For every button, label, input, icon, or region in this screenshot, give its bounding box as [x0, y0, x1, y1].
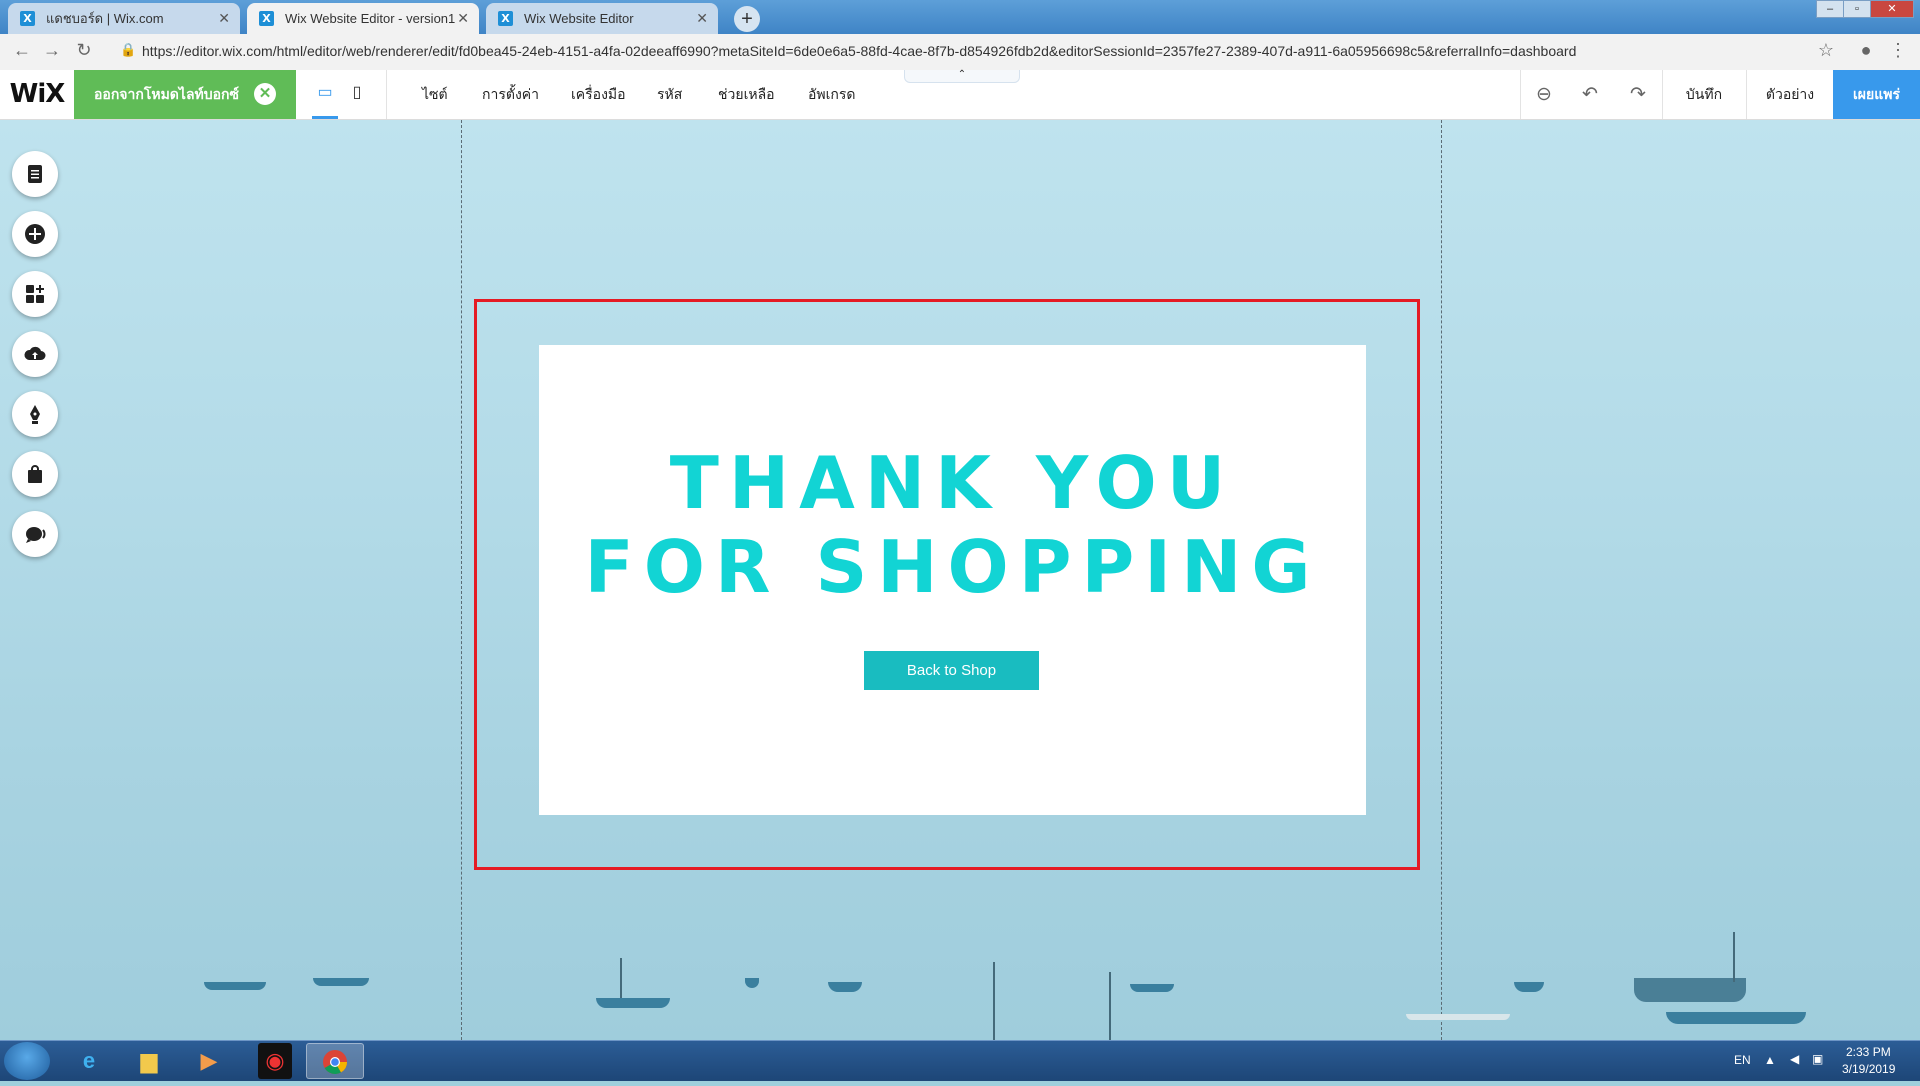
- divider: [1520, 70, 1521, 119]
- wix-favicon-icon: [498, 11, 513, 26]
- redo-icon[interactable]: ↷: [1616, 70, 1660, 119]
- design-button[interactable]: [12, 391, 58, 437]
- boat: [313, 978, 369, 986]
- wix-favicon-icon: [259, 11, 274, 26]
- tab-title: Wix Website Editor: [524, 11, 634, 26]
- app-icon[interactable]: ◉: [258, 1043, 292, 1079]
- boat-mast: [993, 962, 995, 1040]
- boat: [1514, 982, 1544, 992]
- file-explorer-icon[interactable]: ▆: [124, 1043, 174, 1079]
- minimize-window-button[interactable]: –: [1816, 0, 1844, 18]
- address-bar: ← → ↻ 🔒 https://editor.wix.com/html/edit…: [0, 34, 1920, 71]
- desktop-view-icon[interactable]: ▭: [312, 70, 338, 119]
- mobile-view-icon[interactable]: ▯: [344, 70, 370, 119]
- boat: [204, 982, 266, 990]
- tab-close-icon[interactable]: ✕: [218, 3, 230, 34]
- back-to-shop-button[interactable]: Back to Shop: [864, 651, 1039, 690]
- exit-lightbox-mode-banner[interactable]: ออกจากโหมดไลท์บอกซ์ ✕: [74, 70, 296, 119]
- boat: [1666, 1012, 1806, 1024]
- add-apps-button[interactable]: [12, 271, 58, 317]
- menu-tools[interactable]: เครื่องมือ: [571, 70, 626, 119]
- reload-icon[interactable]: ↻: [72, 40, 96, 61]
- boat: [1406, 1014, 1510, 1020]
- browser-tab-editor-version1[interactable]: Wix Website Editor - version1 ✕: [247, 3, 479, 34]
- tab-title: แดชบอร์ด | Wix.com: [46, 11, 164, 26]
- browser-menu-icon[interactable]: ⋮: [1886, 40, 1910, 61]
- tab-close-icon[interactable]: ✕: [696, 3, 708, 34]
- editor-top-bar: WiX ออกจากโหมดไลท์บอกซ์ ✕ ▭ ▯ ไซต์ การตั…: [0, 70, 1920, 120]
- boat-mast: [620, 958, 622, 998]
- boat: [745, 978, 759, 988]
- volume-icon[interactable]: ◀: [1790, 1052, 1799, 1066]
- menu-help[interactable]: ช่วยเหลือ: [718, 70, 775, 119]
- save-button[interactable]: บันทึก: [1664, 70, 1744, 119]
- collapse-toolbar-handle[interactable]: ⌃: [904, 70, 1020, 83]
- pen-icon: [30, 405, 40, 424]
- headline-line-2[interactable]: FOR SHOPPING: [539, 525, 1366, 609]
- forward-arrow-icon[interactable]: →: [40, 40, 64, 61]
- menu-site[interactable]: ไซต์: [422, 70, 448, 119]
- menu-upgrade[interactable]: อัพเกรด: [808, 70, 856, 119]
- internet-explorer-icon[interactable]: e: [64, 1043, 114, 1079]
- preview-button[interactable]: ตัวอย่าง: [1748, 70, 1832, 119]
- windows-taskbar: e ▆ ▶ ◉ EN ▲ ◀ ▣ 2:33 PM 3/19/2019: [0, 1040, 1920, 1081]
- tab-title: Wix Website Editor - version1: [285, 11, 456, 26]
- tab-close-icon[interactable]: ✕: [457, 3, 469, 34]
- headline-line-1[interactable]: THANK YOU: [539, 441, 1366, 525]
- store-bag-icon: [28, 465, 42, 483]
- new-tab-button[interactable]: +: [734, 6, 760, 32]
- store-button[interactable]: [12, 451, 58, 497]
- clock-date[interactable]: 3/19/2019: [1842, 1062, 1895, 1076]
- profile-icon[interactable]: ●: [1854, 40, 1878, 61]
- upload-icon: [24, 346, 46, 360]
- left-gridline: [461, 120, 462, 1040]
- clock-time[interactable]: 2:33 PM: [1846, 1045, 1891, 1059]
- start-button[interactable]: [4, 1042, 50, 1080]
- wix-favicon-icon: [20, 11, 35, 26]
- boat-mast: [1733, 932, 1735, 982]
- browser-tab-dashboard[interactable]: แดชบอร์ด | Wix.com ✕: [8, 3, 240, 34]
- menu-settings[interactable]: การตั้งค่า: [482, 70, 539, 119]
- close-window-button[interactable]: ✕: [1870, 0, 1914, 18]
- editor-canvas[interactable]: THANK YOU FOR SHOPPING Back to Shop: [0, 120, 1920, 1040]
- close-icon[interactable]: ✕: [254, 83, 276, 105]
- chrome-logo-icon: [323, 1050, 347, 1075]
- add-icon: [25, 224, 45, 244]
- right-gridline: [1441, 120, 1442, 1040]
- show-hidden-icons-icon[interactable]: ▲: [1764, 1053, 1776, 1067]
- lightbox-card[interactable]: THANK YOU FOR SHOPPING Back to Shop: [539, 345, 1366, 815]
- add-elements-button[interactable]: [12, 211, 58, 257]
- menu-code[interactable]: รหัส: [657, 70, 682, 119]
- bookmark-star-icon[interactable]: ☆: [1814, 40, 1838, 61]
- chrome-icon[interactable]: [306, 1043, 364, 1079]
- pages-button[interactable]: [12, 151, 58, 197]
- back-arrow-icon[interactable]: ←: [10, 40, 34, 61]
- media-player-icon[interactable]: ▶: [184, 1043, 234, 1079]
- media-upload-button[interactable]: [12, 331, 58, 377]
- boat: [596, 998, 670, 1008]
- boat: [828, 982, 862, 992]
- chat-button[interactable]: [12, 511, 58, 557]
- divider: [1662, 70, 1663, 119]
- pages-icon: [28, 165, 42, 183]
- lock-icon: 🔒: [120, 42, 137, 57]
- boat: [1634, 978, 1746, 1002]
- browser-tab-strip: แดชบอร์ด | Wix.com ✕ Wix Website Editor …: [0, 0, 1920, 34]
- divider: [386, 70, 387, 119]
- browser-tab-editor[interactable]: Wix Website Editor ✕: [486, 3, 718, 34]
- boat: [1130, 984, 1174, 992]
- publish-button[interactable]: เผยแพร่: [1833, 70, 1920, 119]
- divider: [1746, 70, 1747, 119]
- wix-logo[interactable]: WiX: [0, 70, 74, 119]
- language-indicator[interactable]: EN: [1734, 1053, 1751, 1067]
- undo-icon[interactable]: ↶: [1568, 70, 1612, 119]
- apps-icon: [26, 285, 44, 303]
- boat-mast: [1109, 972, 1111, 1040]
- url-field[interactable]: https://editor.wix.com/html/editor/web/r…: [142, 43, 1792, 59]
- chat-icon: [26, 527, 46, 543]
- maximize-window-button[interactable]: ▫: [1843, 0, 1871, 18]
- network-icon[interactable]: ▣: [1812, 1052, 1823, 1066]
- zoom-out-icon[interactable]: ⊖: [1522, 70, 1566, 119]
- lightbox-mode-label: ออกจากโหมดไลท์บอกซ์: [94, 86, 240, 102]
